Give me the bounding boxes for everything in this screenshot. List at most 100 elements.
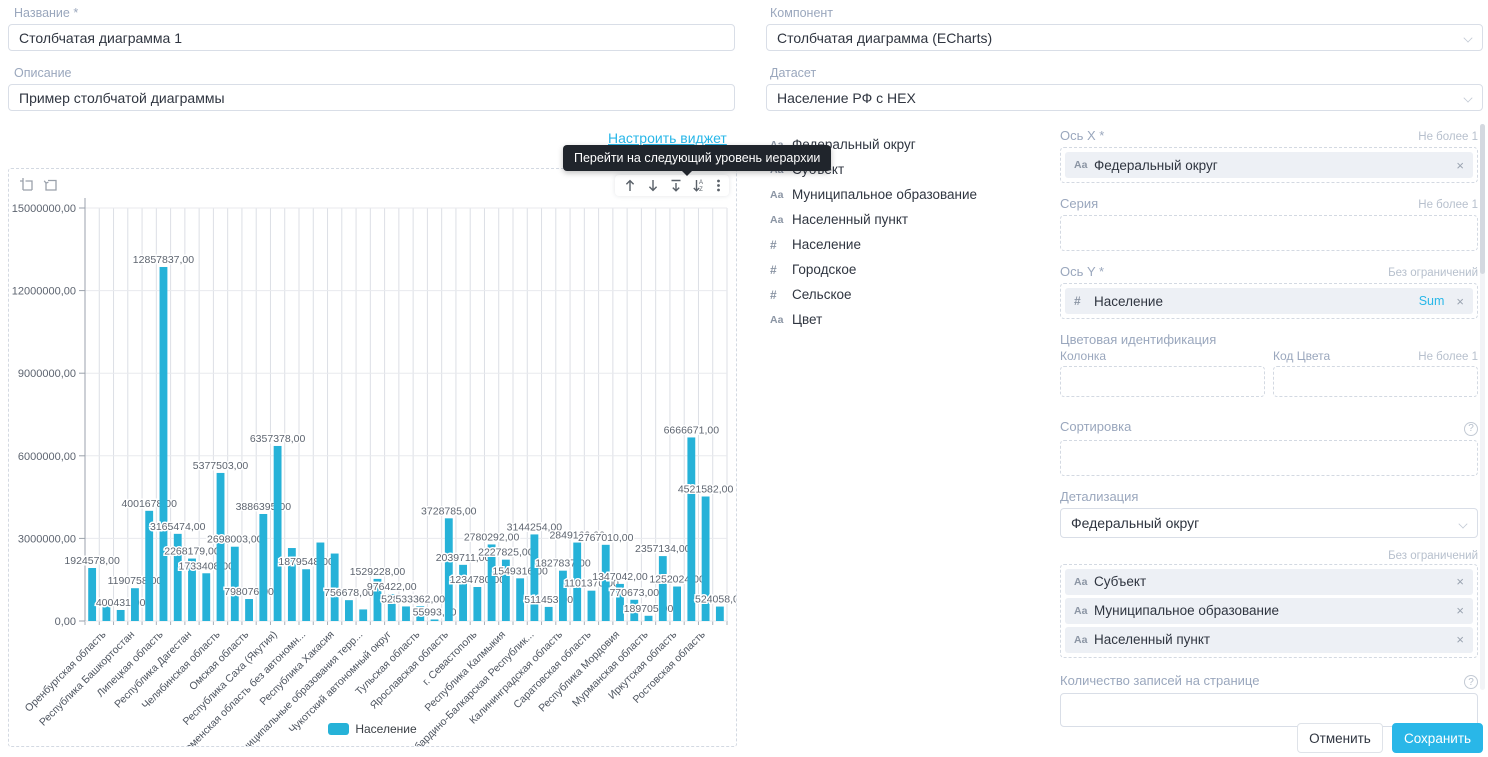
- bar-value-label: 524058,00: [695, 594, 736, 606]
- dataset-field-item[interactable]: AaНаселенный пункт: [770, 207, 1040, 232]
- bar[interactable]: [302, 569, 310, 621]
- series-dropzone[interactable]: [1060, 215, 1478, 251]
- color-column-dropzone[interactable]: [1060, 366, 1265, 397]
- bar[interactable]: [673, 587, 681, 621]
- arrow-down-icon[interactable]: [646, 178, 660, 193]
- cancel-button[interactable]: Отменить: [1297, 723, 1383, 753]
- dataset-field-item[interactable]: #Городское: [770, 257, 1040, 282]
- restore-icon[interactable]: [43, 177, 59, 193]
- svg-text:Z: Z: [699, 187, 703, 193]
- bar[interactable]: [131, 588, 139, 621]
- component-select[interactable]: Столбчатая диаграмма (ECharts): [766, 24, 1483, 51]
- bar[interactable]: [88, 568, 96, 621]
- bar-value-label: 3728785,00: [421, 505, 477, 517]
- x-axis-limit-hint: Не более 1: [1418, 131, 1478, 143]
- chart-legend[interactable]: Население: [9, 722, 736, 736]
- remove-chip-icon[interactable]: ×: [1456, 574, 1464, 589]
- bar[interactable]: [530, 534, 538, 621]
- save-button[interactable]: Сохранить: [1392, 723, 1483, 753]
- bar-value-label: 1879548,00: [278, 556, 334, 568]
- bar[interactable]: [345, 600, 353, 621]
- field-chip[interactable]: AaНаселенный пункт×: [1065, 627, 1473, 653]
- bar[interactable]: [274, 446, 282, 621]
- sorting-label: Сортировка: [1060, 419, 1131, 434]
- bar-value-label: 2767010,00: [578, 532, 634, 544]
- field-chip[interactable]: AaМуниципальное образование×: [1065, 598, 1473, 624]
- number-field-icon: #: [770, 238, 792, 252]
- description-input[interactable]: [8, 84, 735, 111]
- bar[interactable]: [359, 609, 367, 621]
- bar[interactable]: [217, 473, 225, 621]
- bar[interactable]: [445, 518, 453, 621]
- sorting-dropzone[interactable]: [1060, 440, 1478, 476]
- remove-chip-icon[interactable]: ×: [1456, 632, 1464, 647]
- detailing-dropzone[interactable]: AaСубъект× AaМуниципальное образование×Aa…: [1060, 564, 1478, 658]
- field-chip[interactable]: AaФедеральный округ×: [1065, 152, 1473, 178]
- bar-value-label: 1733408,00: [179, 560, 235, 572]
- field-chip[interactable]: #НаселениеSum×: [1065, 288, 1473, 314]
- dataset-field-label: Населенный пункт: [792, 212, 908, 227]
- color-identification-label: Цветовая идентификация: [1060, 332, 1478, 347]
- bar[interactable]: [316, 543, 324, 621]
- bar-value-label: 3165474,00: [150, 521, 206, 533]
- dataset-field-item[interactable]: AaМуниципальное образование: [770, 182, 1040, 207]
- bar[interactable]: [245, 599, 253, 621]
- remove-chip-icon[interactable]: ×: [1456, 294, 1464, 309]
- name-input[interactable]: [8, 24, 735, 51]
- configure-widget-link[interactable]: Настроить виджет: [608, 130, 727, 146]
- bar-value-label: 12857837,00: [133, 254, 194, 266]
- bar[interactable]: [588, 591, 596, 621]
- bar[interactable]: [402, 606, 410, 621]
- x-axis-dropzone[interactable]: AaФедеральный округ×: [1060, 147, 1478, 183]
- sort-az-icon[interactable]: A Z: [692, 178, 707, 193]
- bar[interactable]: [160, 267, 168, 621]
- bar-value-label: 2227825,00: [478, 547, 534, 559]
- series-label: Серия: [1060, 196, 1098, 211]
- bar[interactable]: [231, 547, 239, 621]
- bar[interactable]: [117, 610, 125, 621]
- dataset-select[interactable]: Население РФ с НЕХ: [766, 84, 1483, 111]
- kebab-menu-icon[interactable]: [716, 178, 721, 193]
- dataset-field-item[interactable]: #Сельское: [770, 282, 1040, 307]
- x-axis-label: Ось X *: [1060, 128, 1104, 143]
- page-size-input[interactable]: [1060, 693, 1478, 727]
- text-field-icon: Aa: [1074, 605, 1094, 617]
- page-size-help-icon[interactable]: ?: [1464, 675, 1478, 689]
- y-axis-tick-label: 12000000,00: [12, 286, 76, 298]
- bar[interactable]: [516, 578, 524, 621]
- detailing-limit-hint: Без ограничений: [1388, 550, 1478, 562]
- y-axis-dropzone[interactable]: #НаселениеSum×: [1060, 283, 1478, 319]
- y-axis-tick-label: 3000000,00: [18, 533, 76, 545]
- aggregation-badge[interactable]: Sum: [1419, 294, 1445, 308]
- name-label: Название *: [14, 6, 78, 20]
- dataset-field-label: Сельское: [792, 287, 852, 302]
- field-chip[interactable]: AaСубъект×: [1065, 569, 1473, 595]
- chip-label: Населенный пункт: [1094, 632, 1210, 647]
- dataset-field-item[interactable]: #Население: [770, 232, 1040, 257]
- color-code-dropzone[interactable]: [1273, 366, 1478, 397]
- bar[interactable]: [259, 514, 267, 621]
- zoom-select-icon[interactable]: [19, 177, 35, 193]
- bar[interactable]: [545, 607, 553, 621]
- bar[interactable]: [659, 556, 667, 621]
- remove-chip-icon[interactable]: ×: [1456, 603, 1464, 618]
- bar[interactable]: [473, 587, 481, 621]
- bar[interactable]: [645, 616, 653, 621]
- detailing-select[interactable]: Федеральный округ: [1060, 508, 1478, 538]
- detailing-select-value: Федеральный округ: [1071, 515, 1199, 531]
- arrow-up-icon[interactable]: [623, 178, 637, 193]
- config-scrollbar[interactable]: [1480, 124, 1485, 690]
- bar[interactable]: [431, 619, 439, 621]
- config-scrollbar-thumb[interactable]: [1480, 124, 1485, 274]
- bar[interactable]: [716, 607, 724, 621]
- bar[interactable]: [202, 573, 210, 621]
- next-hierarchy-level-icon[interactable]: [669, 178, 683, 193]
- bar-value-label: 976422,00: [367, 581, 417, 593]
- page-size-label: Количество записей на странице: [1060, 673, 1259, 688]
- chip-label: Население: [1094, 294, 1163, 309]
- dataset-field-item[interactable]: AaЦвет: [770, 307, 1040, 332]
- y-axis-tick-label: 9000000,00: [18, 368, 76, 380]
- bar-value-label: 2357134,00: [635, 543, 691, 555]
- sorting-help-icon[interactable]: ?: [1464, 422, 1478, 436]
- remove-chip-icon[interactable]: ×: [1456, 158, 1464, 173]
